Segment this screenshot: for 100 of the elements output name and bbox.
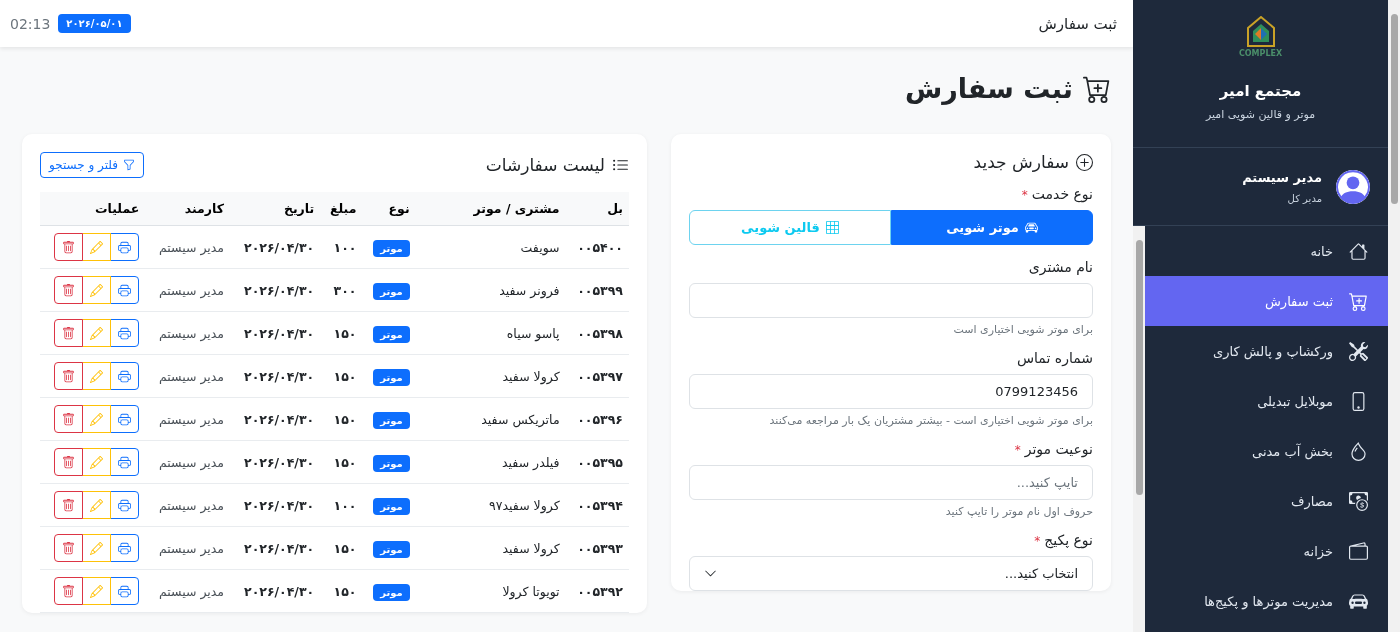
pencil-icon <box>90 498 104 512</box>
table-cell: ۰۰۵۳۹۲ <box>565 569 629 613</box>
logo-text: COMPLEX <box>1238 49 1283 58</box>
delete-button[interactable] <box>54 577 84 605</box>
column-header: مشتری / موتر <box>415 192 566 226</box>
delete-button[interactable] <box>54 534 84 562</box>
service-toggle[interactable]: موتر شویی <box>891 210 1093 245</box>
print-icon <box>118 498 132 512</box>
table-cell: مدیر سیستم <box>145 354 231 398</box>
column-header: عملیات <box>40 192 146 226</box>
input-field[interactable] <box>689 283 1093 318</box>
nav-item[interactable]: مدیریت موترها و پکیج‌ها <box>1145 576 1388 626</box>
type-badge: موتر <box>373 325 410 343</box>
user-role: مدیر کل <box>1286 192 1322 204</box>
filter-icon <box>123 159 136 171</box>
delete-button[interactable] <box>54 319 84 347</box>
delete-button[interactable] <box>54 405 84 433</box>
edit-button[interactable] <box>82 577 112 605</box>
table-cell: ۰۰۵۴۰۰ <box>565 225 629 269</box>
nav-icon <box>1349 441 1368 461</box>
edit-button[interactable] <box>82 491 112 519</box>
required-asterisk: * <box>1021 188 1028 202</box>
edit-button[interactable] <box>82 362 112 390</box>
card-title: سفارش جدید <box>689 152 1093 172</box>
brand-name: مجتمع امیر <box>1219 82 1302 100</box>
nav-icon <box>1349 541 1368 561</box>
nav-item[interactable]: ورکشاپ و پالش کاری <box>1145 326 1388 376</box>
print-icon <box>118 283 132 297</box>
required-asterisk: * <box>1014 443 1021 457</box>
filter-button[interactable]: فلتر و جستجو <box>40 152 145 178</box>
delete-button[interactable] <box>54 233 84 261</box>
input-field[interactable]: تایپ کنید... <box>689 465 1093 500</box>
type-badge: موتر <box>373 583 410 601</box>
edit-button[interactable] <box>82 233 112 261</box>
table-cell: ۲۰۲۶/۰۴/۳۰ <box>230 569 321 613</box>
print-button[interactable] <box>110 276 140 304</box>
column-header: کارمند <box>145 192 231 226</box>
nav-item[interactable]: خانه <box>1145 226 1388 276</box>
table-cell: پاسو سیاه <box>415 311 566 355</box>
trash-icon <box>62 412 76 426</box>
trash-icon <box>62 326 76 340</box>
delete-button[interactable] <box>54 448 84 476</box>
nav-item[interactable]: مصارف <box>1145 476 1388 526</box>
table-cell: ۰۰۵۳۹۷ <box>565 354 629 398</box>
table-cell: مدیر سیستم <box>145 483 231 527</box>
nav-icon <box>1349 491 1368 511</box>
print-button[interactable] <box>110 448 140 476</box>
edit-button[interactable] <box>82 276 112 304</box>
print-button[interactable] <box>110 362 140 390</box>
type-badge: موتر <box>373 497 410 515</box>
table-cell: ۰۰۵۳۹۶ <box>565 397 629 441</box>
car-icon <box>1024 221 1038 234</box>
avatar-icon <box>1336 169 1370 204</box>
print-button[interactable] <box>110 233 140 261</box>
table-cell: ۱۵۰ <box>320 311 363 355</box>
table-cell: ۱۵۰ <box>320 569 363 613</box>
type-badge: موتر <box>373 239 410 257</box>
edit-button[interactable] <box>82 405 112 433</box>
table-cell: ۱۰۰ <box>320 483 363 527</box>
column-header: مبلغ <box>320 192 363 226</box>
nav-item[interactable]: ثبت سفارش <box>1145 276 1388 326</box>
print-icon <box>118 240 132 254</box>
nav-item[interactable]: موبلایل تبدیلی <box>1145 376 1388 426</box>
trash-icon <box>62 498 76 512</box>
table-cell: ۱۵۰ <box>320 397 363 441</box>
cart-plus-icon <box>1083 74 1111 103</box>
nav-item[interactable]: خزانه <box>1145 526 1388 576</box>
type-badge: موتر <box>373 411 410 429</box>
delete-button[interactable] <box>54 491 84 519</box>
scrollbar[interactable] <box>1133 226 1145 632</box>
delete-button[interactable] <box>54 362 84 390</box>
print-button[interactable] <box>110 319 140 347</box>
pencil-icon <box>90 369 104 383</box>
table-cell: کرولا سفید <box>415 354 566 398</box>
table-cell: مدیر سیستم <box>145 397 231 441</box>
column-header: تاریخ <box>230 192 321 226</box>
print-button[interactable] <box>110 534 140 562</box>
nav-item[interactable]: بخش آب مدنی <box>1145 426 1388 476</box>
field-label: نوع خدمت * <box>1020 186 1093 202</box>
delete-button[interactable] <box>54 276 84 304</box>
print-button[interactable] <box>110 405 140 433</box>
field-hint: برای موتر شویی اختیاری است <box>952 323 1093 336</box>
trash-icon <box>62 240 76 254</box>
trash-icon <box>62 541 76 555</box>
table-cell: تویوتا کرولا <box>415 569 566 613</box>
print-button[interactable] <box>110 577 140 605</box>
table-cell: ۰۰۵۳۹۸ <box>565 311 629 355</box>
table-cell: ۲۰۲۶/۰۴/۳۰ <box>230 483 321 527</box>
input-field[interactable]: 0799123456 <box>689 374 1093 409</box>
type-badge: موتر <box>373 454 410 472</box>
edit-button[interactable] <box>82 319 112 347</box>
edit-button[interactable] <box>82 534 112 562</box>
print-button[interactable] <box>110 491 140 519</box>
scrollbar[interactable] <box>1388 0 1400 632</box>
table-cell: ۰۰۵۳۹۹ <box>565 268 629 312</box>
table-cell: کرولا سفید۹۷ <box>415 483 566 527</box>
edit-button[interactable] <box>82 448 112 476</box>
select-field[interactable]: انتخاب کنید... <box>689 556 1093 591</box>
print-icon <box>118 326 132 340</box>
field-label: نوع پکیج * <box>1033 532 1093 548</box>
